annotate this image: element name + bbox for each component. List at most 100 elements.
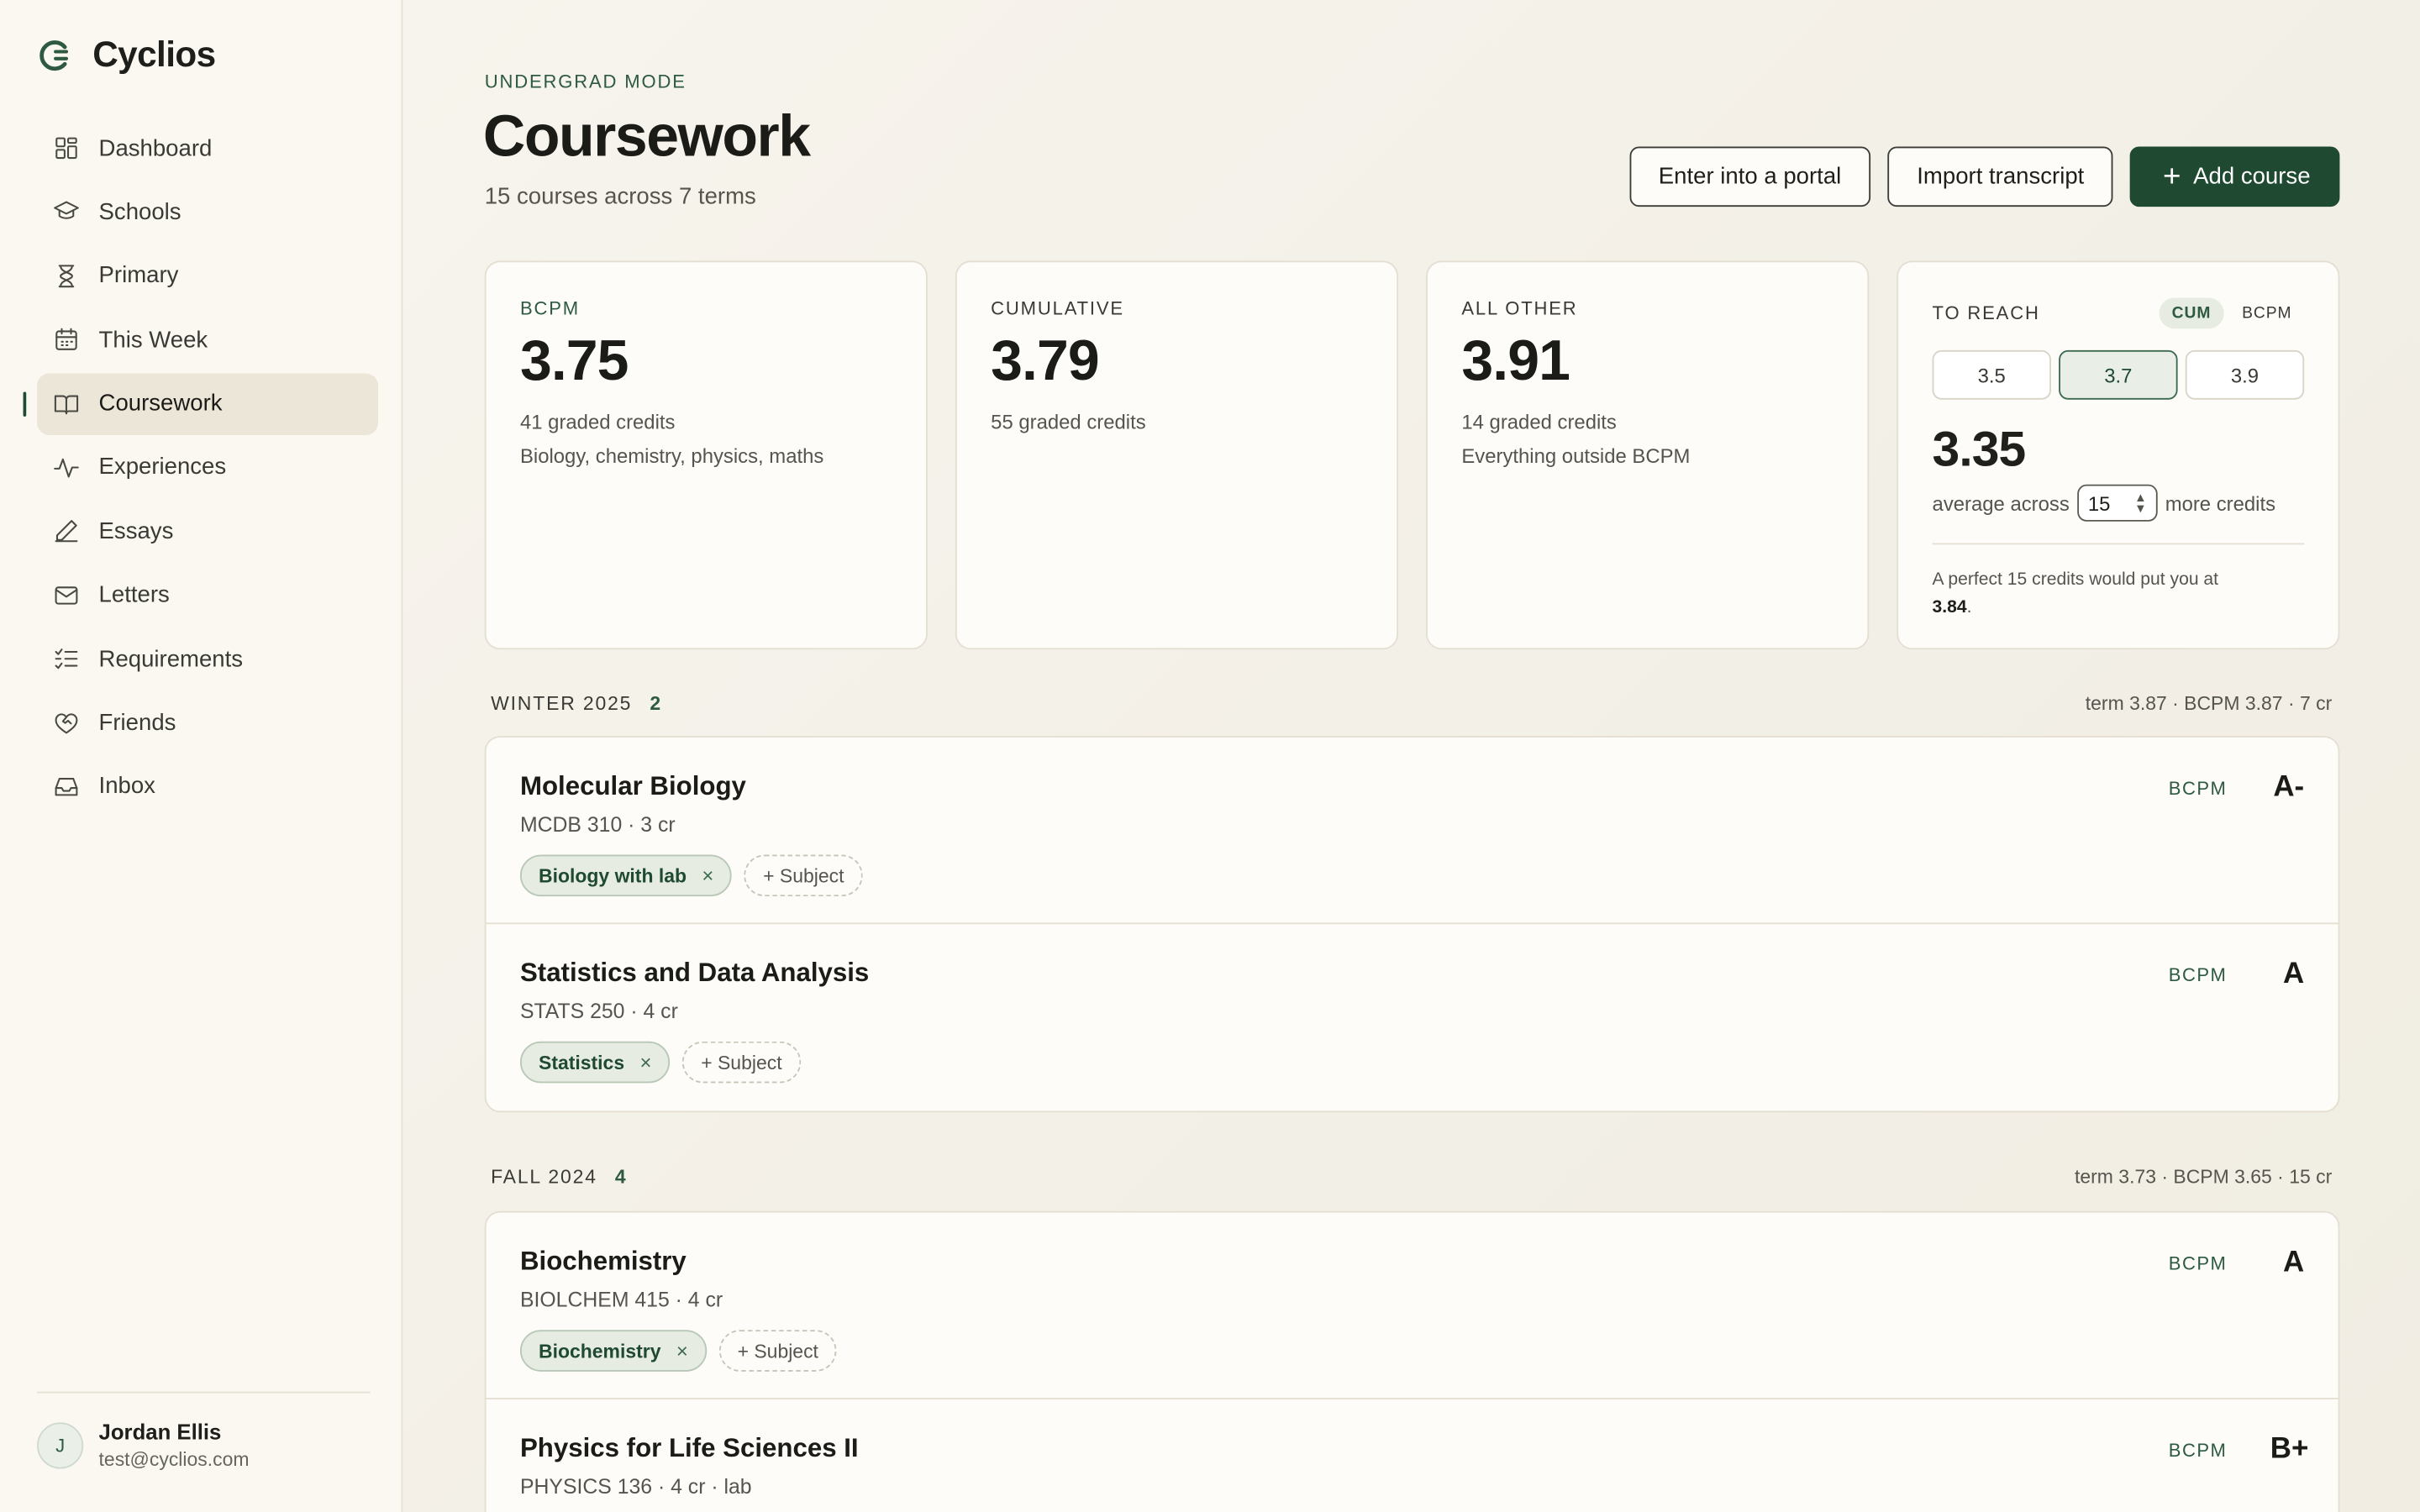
- stat-note: 14 graded credits Everything outside BCP…: [1461, 406, 1833, 474]
- grid-icon: [55, 137, 77, 160]
- stat-description: Biology, chemistry, physics, maths: [519, 444, 824, 468]
- term-header: FALL 2024 4 term 3.73 · BCPM 3.65 · 15 c…: [491, 1167, 2332, 1189]
- required-average: 3.35: [1932, 421, 2027, 477]
- add-subject-button[interactable]: + Subject: [718, 1330, 837, 1372]
- sidebar-item-friends[interactable]: Friends: [37, 692, 378, 753]
- sidebar-item-label: Letters: [98, 581, 170, 609]
- subject-tag-label: Biology with lab: [539, 864, 687, 887]
- add-course-label: Add course: [2193, 163, 2311, 190]
- stat-note: 41 graded credits Biology, chemistry, ph…: [520, 406, 892, 474]
- sidebar-item-essays[interactable]: Essays: [37, 501, 378, 562]
- course-row[interactable]: Molecular Biology MCDB 310 · 3 cr Biolog…: [486, 738, 2338, 925]
- term-course-count: 4: [614, 1166, 626, 1189]
- sidebar-item-schools[interactable]: Schools: [37, 181, 378, 243]
- stat-card-all-other: ALL OTHER 3.91 14 graded credits Everyth…: [1426, 260, 1870, 650]
- sidebar-item-label: This Week: [98, 326, 208, 354]
- credits-row: average across 15 ▲ ▼ more credits: [1932, 484, 2305, 522]
- stat-label: TO REACH: [1932, 302, 2040, 324]
- sidebar-item-inbox[interactable]: Inbox: [37, 756, 378, 817]
- course-grade[interactable]: B+: [2270, 1433, 2309, 1467]
- target-option[interactable]: 3.9: [2185, 349, 2305, 400]
- stat-value: 3.91: [1461, 328, 1570, 392]
- book-open-icon: [54, 394, 79, 414]
- add-subject-button[interactable]: + Subject: [682, 1041, 801, 1084]
- subject-tag: Statistics ×: [519, 1041, 671, 1084]
- hourglass-icon: [58, 264, 75, 287]
- user-email: test@cyclios.com: [98, 1448, 250, 1471]
- toggle-bcpm[interactable]: BCPM: [2229, 297, 2304, 328]
- course-title: Molecular Biology: [519, 771, 746, 801]
- inbox-icon: [55, 777, 78, 796]
- heart-handshake-icon: [55, 712, 78, 733]
- import-transcript-button[interactable]: Import transcript: [1887, 146, 2114, 207]
- reach-note-value: 3.84: [1932, 598, 1967, 617]
- reach-note-end: .: [1966, 598, 1972, 617]
- mail-icon: [55, 585, 78, 605]
- sidebar-item-dashboard[interactable]: Dashboard: [37, 118, 378, 179]
- cyclios-logo-icon: [39, 39, 68, 71]
- credits-prefix: average across: [1932, 491, 2070, 515]
- course-grade[interactable]: A: [2270, 1247, 2304, 1280]
- course-title: Statistics and Data Analysis: [519, 958, 870, 988]
- credits-value: 15: [2087, 491, 2111, 515]
- sidebar-item-letters[interactable]: Letters: [37, 564, 378, 626]
- term-summary: term 3.73 · BCPM 3.65 · 15 cr: [2075, 1166, 2333, 1189]
- gpa-stats: BCPM 3.75 41 graded credits Biology, che…: [484, 260, 2340, 650]
- sidebar-item-label: Schools: [98, 198, 182, 225]
- sidebar-nav: Dashboard Schools Primary This Week Cour…: [23, 118, 378, 820]
- graduation-cap-icon: [54, 202, 79, 220]
- add-course-button[interactable]: + Add course: [2130, 146, 2340, 207]
- add-subject-button[interactable]: + Subject: [744, 854, 863, 897]
- toggle-cum[interactable]: CUM: [2159, 297, 2224, 329]
- course-meta: STATS 250 · 4 cr: [519, 1000, 678, 1023]
- course-meta: MCDB 310 · 3 cr: [519, 812, 676, 837]
- sidebar: Cyclios Dashboard Schools Primary This W…: [0, 0, 403, 1512]
- sidebar-item-label: Coursework: [98, 390, 223, 417]
- subject-tag: Biology with lab ×: [519, 854, 733, 897]
- remove-subject-icon[interactable]: ×: [676, 1339, 688, 1362]
- pencil-icon: [55, 520, 78, 543]
- subject-tag-label: Statistics: [539, 1051, 625, 1074]
- stepper-arrows-icon[interactable]: ▲ ▼: [2134, 491, 2147, 515]
- avatar: J: [37, 1421, 84, 1468]
- course-row[interactable]: Biochemistry BIOLCHEM 415 · 4 cr Biochem…: [486, 1213, 2338, 1399]
- sidebar-divider: [37, 1391, 371, 1394]
- target-option-selected[interactable]: 3.7: [2059, 349, 2178, 400]
- user-profile[interactable]: J Jordan Ellis test@cyclios.com: [37, 1420, 250, 1471]
- sidebar-item-primary[interactable]: Primary: [37, 245, 378, 307]
- stat-label: CUMULATIVE: [991, 297, 1124, 320]
- stat-credits: 55 graded credits: [991, 410, 1146, 434]
- course-category: BCPM: [2168, 1252, 2228, 1275]
- sidebar-item-coursework[interactable]: Coursework: [23, 372, 378, 435]
- sidebar-item-this-week[interactable]: This Week: [37, 309, 378, 370]
- term-name: FALL 2024: [491, 1166, 597, 1189]
- enter-portal-button[interactable]: Enter into a portal: [1628, 146, 1871, 207]
- course-row[interactable]: Statistics and Data Analysis STATS 250 ·…: [487, 924, 2338, 1110]
- course-title: Physics for Life Sciences II: [519, 1433, 859, 1463]
- sidebar-item-experiences[interactable]: Experiences: [37, 437, 378, 498]
- remove-subject-icon[interactable]: ×: [639, 1051, 651, 1074]
- remove-subject-icon[interactable]: ×: [702, 864, 713, 888]
- subject-tag-label: Biochemistry: [539, 1340, 661, 1362]
- header-actions: Enter into a portal Import transcript + …: [1628, 146, 2340, 207]
- course-grade[interactable]: A-: [2270, 771, 2304, 805]
- stat-label: BCPM: [519, 297, 580, 320]
- sidebar-item-label: Requirements: [98, 645, 244, 673]
- checklist-icon: [55, 648, 78, 669]
- course-grade[interactable]: A: [2270, 958, 2304, 992]
- target-options: 3.5 3.7 3.9: [1932, 349, 2305, 400]
- stat-credits: 41 graded credits: [519, 410, 676, 434]
- course-row[interactable]: Physics for Life Sciences II PHYSICS 136…: [487, 1399, 2338, 1512]
- sidebar-item-requirements[interactable]: Requirements: [37, 628, 378, 690]
- target-option[interactable]: 3.5: [1932, 349, 2051, 400]
- stat-credits: 14 graded credits: [1461, 410, 1617, 434]
- term-course-list: Biochemistry BIOLCHEM 415 · 4 cr Biochem…: [484, 1210, 2340, 1512]
- page-title: Coursework: [482, 104, 811, 171]
- reach-note-text: A perfect 15 credits would put you at: [1932, 570, 2219, 590]
- credits-stepper[interactable]: 15 ▲ ▼: [2076, 484, 2158, 522]
- reach-note: A perfect 15 credits would put you at 3.…: [1933, 566, 2305, 622]
- stat-card-bcpm: BCPM 3.75 41 graded credits Biology, che…: [484, 260, 928, 650]
- gpa-type-toggle: CUM BCPM: [2159, 297, 2304, 329]
- stat-description: Everything outside BCPM: [1461, 444, 1691, 468]
- brand[interactable]: Cyclios: [37, 34, 216, 76]
